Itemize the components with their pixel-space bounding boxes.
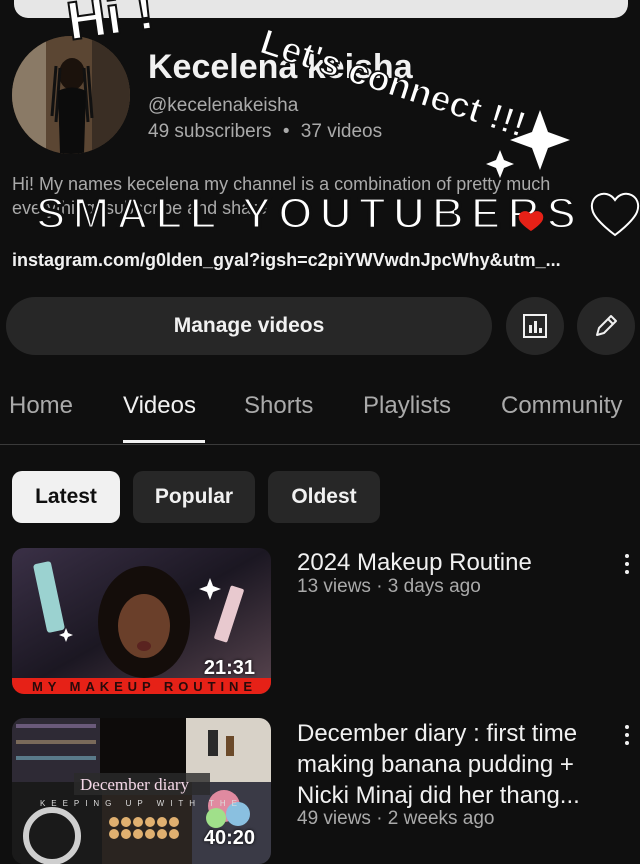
active-tab-indicator xyxy=(123,440,205,443)
channel-link[interactable]: instagram.com/g0lden_gyal?igsh=c2piYWVwd… xyxy=(12,250,628,271)
subscriber-count: 49 subscribers xyxy=(148,121,272,142)
video-thumbnail[interactable]: December diary KEEPING UP WITH THE 40:20 xyxy=(12,718,271,864)
pencil-icon xyxy=(596,315,617,336)
channel-handle: @kecelenakeisha xyxy=(148,95,299,116)
analytics-button[interactable] xyxy=(506,297,564,355)
heart-outline-icon xyxy=(590,192,640,237)
tab-community[interactable]: Community xyxy=(501,392,622,420)
channel-stats: 49 subscribers • 37 videos xyxy=(148,121,382,143)
tab-shorts[interactable]: Shorts xyxy=(244,392,313,420)
video-title[interactable]: December diary : first time making banan… xyxy=(297,718,602,811)
filter-oldest[interactable]: Oldest xyxy=(268,471,380,523)
tab-playlists[interactable]: Playlists xyxy=(363,392,451,420)
video-thumbnail[interactable]: MY MAKEUP ROUTINE 21:31 xyxy=(12,548,271,694)
filter-latest[interactable]: Latest xyxy=(12,471,120,523)
video-title[interactable]: 2024 Makeup Routine xyxy=(297,547,602,578)
channel-avatar[interactable] xyxy=(12,36,130,154)
stats-separator: • xyxy=(282,121,290,142)
filter-popular[interactable]: Popular xyxy=(133,471,255,523)
channel-name: Kecelena keisha xyxy=(148,48,413,86)
edit-channel-button[interactable] xyxy=(577,297,635,355)
thumb-subcaption: KEEPING UP WITH THE xyxy=(40,799,240,808)
thumb-caption: December diary xyxy=(80,775,190,794)
analytics-icon xyxy=(523,314,547,338)
video-meta: 49 views · 2 weeks ago xyxy=(297,808,495,829)
top-search-pill[interactable] xyxy=(0,0,640,22)
video-duration: 21:31 xyxy=(203,657,255,679)
more-options-icon[interactable] xyxy=(620,554,634,574)
manage-videos-button[interactable]: Manage videos xyxy=(6,297,492,355)
more-options-icon[interactable] xyxy=(620,725,634,745)
video-meta: 13 views · 3 days ago xyxy=(297,576,481,597)
sparkle-icon xyxy=(486,110,570,178)
tab-home[interactable]: Home xyxy=(9,392,73,420)
channel-description[interactable]: Hi! My names kecelena my channel is a co… xyxy=(12,172,582,220)
video-duration: 40:20 xyxy=(203,827,255,849)
video-count: 37 videos xyxy=(300,121,383,142)
tab-videos[interactable]: Videos xyxy=(123,392,196,420)
channel-tabs: Home Videos Shorts Playlists Community xyxy=(0,380,640,445)
